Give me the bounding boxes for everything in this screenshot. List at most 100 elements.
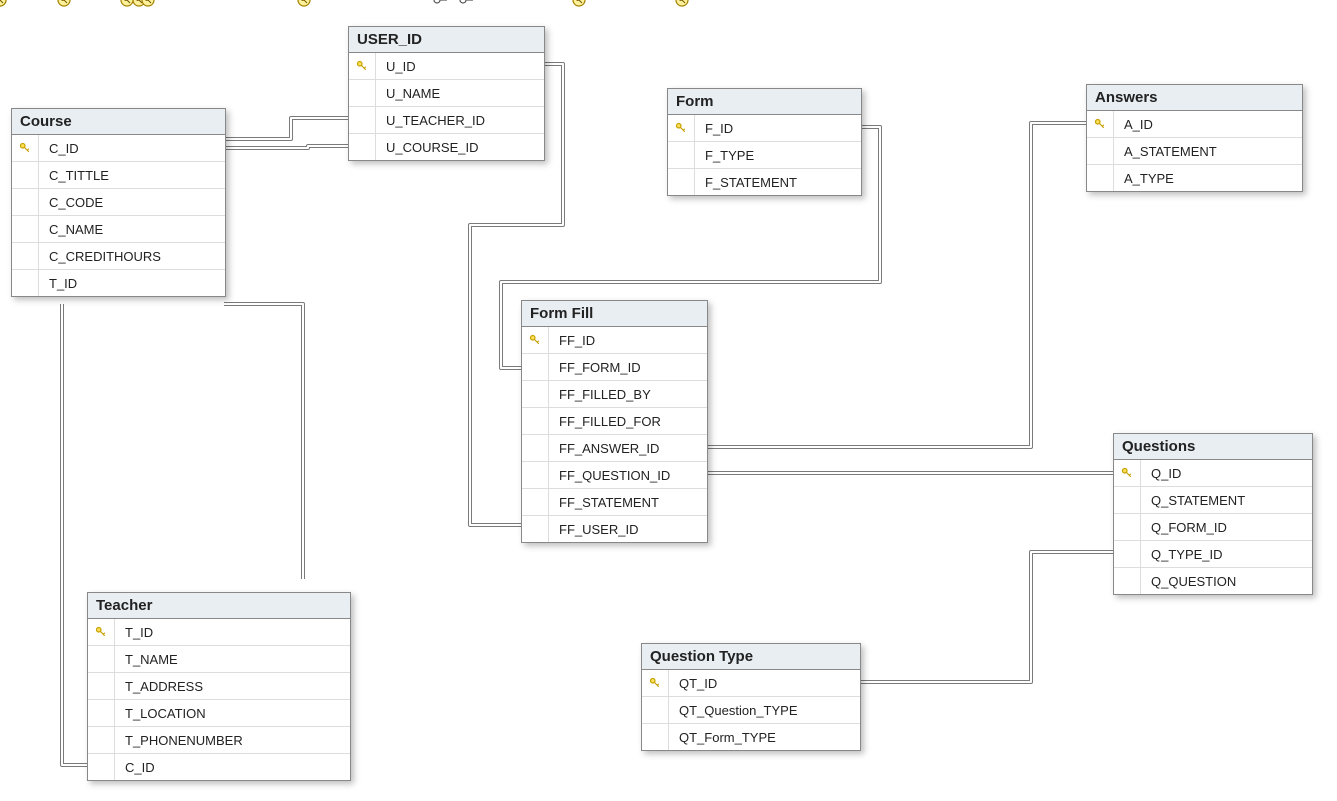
relation-key-icon	[142, 0, 154, 6]
column-row[interactable]: T_ID	[12, 270, 225, 296]
pk-key-icon	[12, 135, 39, 161]
column-row[interactable]: T_NAME	[88, 646, 350, 673]
column-row[interactable]: QT_ID	[642, 670, 860, 697]
pk-key-icon	[88, 619, 115, 645]
column-row[interactable]: T_ID	[88, 619, 350, 646]
entity-questions[interactable]: QuestionsQ_IDQ_STATEMENTQ_FORM_IDQ_TYPE_…	[1113, 433, 1313, 595]
column-row[interactable]: U_TEACHER_ID	[349, 107, 544, 134]
column-name: F_TYPE	[695, 148, 764, 163]
column-name: U_TEACHER_ID	[376, 113, 495, 128]
pk-empty	[1114, 541, 1141, 567]
entity-title: USER_ID	[349, 27, 544, 53]
column-row[interactable]: C_TITTLE	[12, 162, 225, 189]
pk-empty	[12, 162, 39, 188]
entity-formfill[interactable]: Form FillFF_IDFF_FORM_IDFF_FILLED_BY FF_F…	[521, 300, 708, 543]
relation-line	[859, 552, 1113, 682]
column-name: Q_QUESTION	[1141, 574, 1246, 589]
column-row[interactable]: FF_ANSWER_ID	[522, 435, 707, 462]
column-row[interactable]: Q_TYPE_ID	[1114, 541, 1312, 568]
column-row[interactable]: FF_FILLED_BY	[522, 381, 707, 408]
column-name: QT_ID	[669, 676, 727, 691]
entity-form[interactable]: FormF_ID F_TYPE F_STATEMENT	[667, 88, 862, 196]
column-name: T_NAME	[115, 652, 188, 667]
column-row[interactable]: QT_Form_TYPE	[642, 724, 860, 750]
column-row[interactable]: C_CREDITHOURS	[12, 243, 225, 270]
column-row[interactable]: C_ID	[88, 754, 350, 780]
column-row[interactable]: U_ID	[349, 53, 544, 80]
pk-empty	[1114, 514, 1141, 540]
pk-key-icon	[668, 115, 695, 141]
column-row[interactable]: A_STATEMENT	[1087, 138, 1302, 165]
pk-empty	[522, 408, 549, 434]
relation-line	[224, 146, 348, 148]
column-name: FF_FILLED_FOR	[549, 414, 671, 429]
column-row[interactable]: FF_ID	[522, 327, 707, 354]
column-row[interactable]: FF_QUESTION_ID	[522, 462, 707, 489]
relation-line	[62, 304, 87, 765]
pk-empty	[88, 673, 115, 699]
column-name: QT_Form_TYPE	[669, 730, 786, 745]
column-name: A_STATEMENT	[1114, 144, 1227, 159]
pk-empty	[12, 189, 39, 215]
entity-teacher[interactable]: TeacherT_IDT_NAMET_ADDRESST_LOCATIONT_PH…	[87, 592, 351, 781]
relation-line	[224, 118, 348, 139]
column-row[interactable]: C_NAME	[12, 216, 225, 243]
column-row[interactable]: FF_USER_ID	[522, 516, 707, 542]
relation-key-icon	[121, 0, 133, 6]
column-name: C_TITTLE	[39, 168, 119, 183]
pk-empty	[522, 489, 549, 515]
column-row[interactable]: F_TYPE	[668, 142, 861, 169]
pk-empty	[668, 142, 695, 168]
column-row[interactable]: FF_STATEMENT	[522, 489, 707, 516]
entity-user[interactable]: USER_IDU_IDU_NAME U_TEACHER_ID U_COURSE_ID	[348, 26, 545, 161]
column-name: Q_ID	[1141, 466, 1191, 481]
column-name: C_NAME	[39, 222, 113, 237]
pk-empty	[12, 270, 39, 296]
entity-title: Question Type	[642, 644, 860, 670]
column-row[interactable]: U_NAME	[349, 80, 544, 107]
column-name: Q_TYPE_ID	[1141, 547, 1233, 562]
column-row[interactable]: F_STATEMENT	[668, 169, 861, 195]
column-row[interactable]: FF_FILLED_FOR	[522, 408, 707, 435]
column-row[interactable]: T_PHONENUMBER	[88, 727, 350, 754]
entity-answers[interactable]: AnswersA_IDA_STATEMENTA_TYPE	[1086, 84, 1303, 192]
pk-empty	[12, 243, 39, 269]
column-name: C_CREDITHOURS	[39, 249, 171, 264]
relation-key-icon	[58, 0, 70, 6]
column-row[interactable]: C_ID	[12, 135, 225, 162]
column-row[interactable]: Q_ID	[1114, 460, 1312, 487]
column-row[interactable]: F_ID	[668, 115, 861, 142]
relation-key-icon	[298, 0, 310, 6]
column-row[interactable]: FF_FORM_ID	[522, 354, 707, 381]
pk-empty	[522, 354, 549, 380]
entity-qtype[interactable]: Question Type QT_ID QT_Question_TYPE QT_For…	[641, 643, 861, 751]
entity-title: Form	[668, 89, 861, 115]
column-row[interactable]: A_TYPE	[1087, 165, 1302, 191]
column-row[interactable]: T_ADDRESS	[88, 673, 350, 700]
relation-key-icon	[133, 0, 145, 6]
column-row[interactable]: QT_Question_TYPE	[642, 697, 860, 724]
pk-empty	[522, 516, 549, 542]
column-row[interactable]: A_ID	[1087, 111, 1302, 138]
column-row[interactable]: Q_STATEMENT	[1114, 487, 1312, 514]
column-name: T_ID	[39, 276, 87, 291]
column-row[interactable]: Q_QUESTION	[1114, 568, 1312, 594]
entity-title: Form Fill	[522, 301, 707, 327]
pk-key-icon	[642, 670, 669, 696]
column-name: QT_Question_TYPE	[669, 703, 808, 718]
column-row[interactable]: T_LOCATION	[88, 700, 350, 727]
column-name: Q_FORM_ID	[1141, 520, 1237, 535]
entity-title: Course	[12, 109, 225, 135]
pk-empty	[88, 727, 115, 753]
pk-key-icon	[1114, 460, 1141, 486]
column-row[interactable]: Q_FORM_ID	[1114, 514, 1312, 541]
relation-line	[224, 304, 303, 579]
relation-key-icon	[0, 0, 6, 6]
pk-empty	[1114, 568, 1141, 594]
column-row[interactable]: C_CODE	[12, 189, 225, 216]
relation-crowfoot-icon	[460, 0, 473, 3]
column-row[interactable]: U_COURSE_ID	[349, 134, 544, 160]
pk-empty	[88, 700, 115, 726]
entity-course[interactable]: CourseC_ID C_TITTLE C_CODE C_NAME C_CREDITHO…	[11, 108, 226, 297]
pk-empty	[668, 169, 695, 195]
